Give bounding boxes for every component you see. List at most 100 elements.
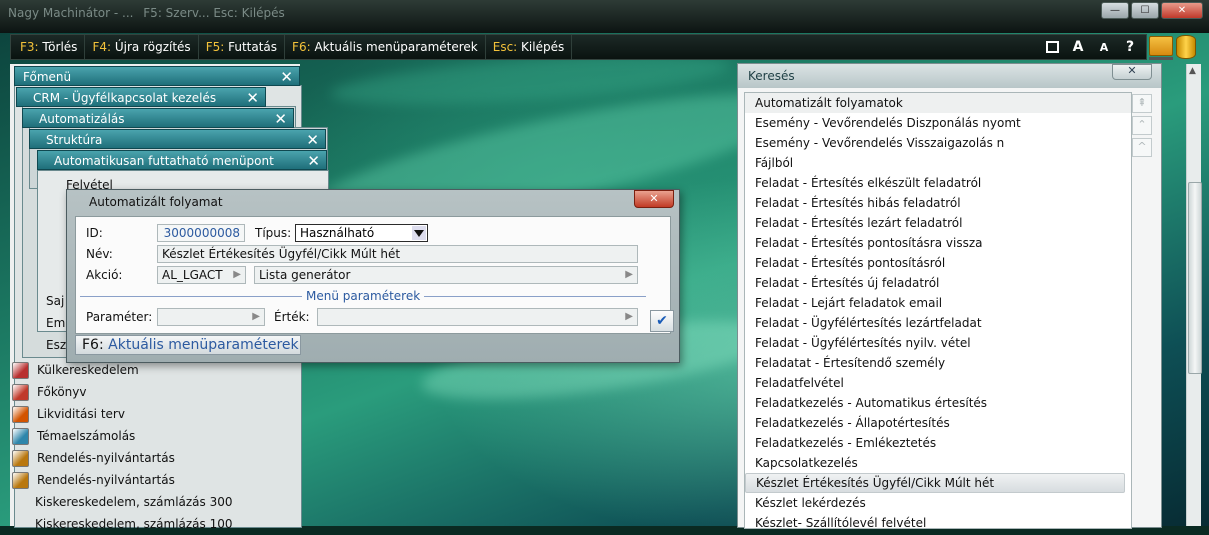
- database-icon[interactable]: [1176, 35, 1196, 59]
- folder-icon[interactable]: [1149, 36, 1173, 60]
- chevron-right-icon: ▶: [625, 269, 633, 280]
- search-result-item[interactable]: Esemény - Vevőrendelés Diszponálás nyomt: [745, 113, 1131, 133]
- menu-item[interactable]: Kiskereskedelem, számlázás 300: [12, 491, 297, 513]
- fkey-törlés[interactable]: F3: Törlés: [13, 35, 86, 59]
- line-up-icon[interactable]: ^: [1132, 138, 1152, 157]
- scroll-top-icon[interactable]: ⇞: [1132, 94, 1152, 113]
- close-button[interactable]: ✕: [1161, 2, 1203, 19]
- automatizalas-window-header: Automatizálás ✕: [22, 108, 294, 128]
- menu-item-label: Főkönyv: [37, 385, 87, 399]
- search-result-item[interactable]: Feladat - Értesítés pontosításra vissza: [745, 233, 1131, 253]
- menu-item-icon: [12, 471, 29, 489]
- menu-item[interactable]: Főkönyv: [12, 381, 297, 403]
- search-result-item[interactable]: Esemény - Vevőrendelés Visszaigazolás n: [745, 133, 1131, 153]
- close-icon[interactable]: ✕: [307, 151, 320, 171]
- search-result-item[interactable]: Feladat - Értesítés új feladatról: [745, 273, 1131, 293]
- chevron-right-icon: ▶: [233, 269, 241, 280]
- search-panel: Keresés ✕ Automatizált folyamatok Esemény…: [737, 63, 1162, 529]
- function-key-bar: F3: Törlés F4: Újra rögzítés F5: Futtatás F…: [10, 34, 1147, 60]
- search-result-item[interactable]: Kapcsolatkezelés: [745, 453, 1131, 473]
- dialog-body: ID: 3000000008 Típus: Használható Név: K…: [75, 216, 671, 334]
- nev-label: Név:: [86, 247, 113, 261]
- menu-item-icon: [12, 361, 29, 379]
- menu-item-label: Kiskereskedelem, számlázás 100: [35, 517, 233, 531]
- akcio-name-field[interactable]: Lista generátor ▶: [254, 266, 638, 284]
- parameter-label: Paraméter:: [86, 310, 153, 324]
- menu-item-icon: [12, 517, 27, 532]
- maximize-button[interactable]: ☐: [1131, 2, 1159, 19]
- menu-item[interactable]: Témaelszámolás: [12, 425, 297, 447]
- f6-menu-parameters-button[interactable]: F6: Aktuális menüparaméterek: [75, 335, 301, 355]
- search-result-item[interactable]: Feladatkezelés - Emlékeztetés: [745, 433, 1131, 453]
- font-larger-icon[interactable]: A: [1068, 37, 1088, 57]
- ertek-field[interactable]: ▶: [317, 308, 638, 326]
- search-panel-header: Keresés: [738, 64, 1161, 88]
- window-scrollbar[interactable]: ▲: [1186, 64, 1202, 526]
- fkey-újra-rögzítés[interactable]: F4: Újra rögzítés: [85, 35, 199, 59]
- menu-item[interactable]: Rendelés-nyilvántartás: [12, 447, 297, 469]
- search-result-item[interactable]: Feladat - Lejárt feladatok email: [745, 293, 1131, 313]
- window-title: Nagy Machinátor - ... F5: Szerv... Esc: …: [8, 6, 285, 20]
- search-result-item[interactable]: Készlet Értékesítés Ügyfél/Cikk Múlt hét: [745, 473, 1125, 493]
- search-result-item[interactable]: Feladat - Értesítés hibás feladatról: [745, 193, 1131, 213]
- menu-item-label: Kiskereskedelem, számlázás 300: [35, 495, 233, 509]
- search-result-item[interactable]: Feladatat - Értesítendő személy: [745, 353, 1131, 373]
- title-bar: Nagy Machinátor - ... F5: Szerv... Esc: …: [0, 0, 1209, 33]
- search-result-item[interactable]: Feladat - Ügyfélértesítés lezártfeladat: [745, 313, 1131, 333]
- help-icon[interactable]: ?: [1120, 37, 1140, 57]
- menu-item-icon: [12, 449, 29, 467]
- scrollbar-thumb[interactable]: [1188, 182, 1202, 374]
- akcio-code-field[interactable]: AL_LGACT ▶: [157, 266, 246, 284]
- minimize-button[interactable]: —: [1101, 2, 1129, 19]
- search-result-item[interactable]: Feladat - Értesítés lezárt feladatról: [745, 213, 1131, 233]
- fkey-futtatás[interactable]: F5: Futtatás: [199, 35, 286, 59]
- id-field[interactable]: 3000000008: [157, 224, 245, 242]
- dialog-close-button[interactable]: ✕: [634, 190, 674, 208]
- menu-item-label: Rendelés-nyilvántartás: [37, 451, 175, 465]
- font-smaller-icon[interactable]: A: [1094, 37, 1114, 57]
- search-close-button[interactable]: ✕: [1112, 64, 1152, 80]
- tipus-select[interactable]: Használható: [295, 224, 428, 242]
- automatikus-window-header: Automatikusan futtatható menüpont ✕: [37, 150, 327, 170]
- fomenu-window-header: Főmenü ✕: [14, 66, 300, 86]
- close-icon[interactable]: ✕: [246, 88, 259, 108]
- search-result-item[interactable]: Feladat - Értesítés pontosításról: [745, 253, 1131, 273]
- close-icon[interactable]: ✕: [306, 130, 319, 150]
- search-result-item[interactable]: Feladat - Értesítés elkészült feladatról: [745, 173, 1131, 193]
- window-icon[interactable]: [1042, 37, 1062, 57]
- checkmark-icon: ✔: [656, 313, 668, 329]
- search-result-item[interactable]: Feladatkezelés - Automatikus értesítés: [745, 393, 1131, 413]
- search-result-item[interactable]: Fájlból: [745, 153, 1131, 173]
- automated-process-dialog: Automatizált folyamat ✕ ID: 3000000008 T…: [66, 189, 680, 363]
- side-text-saj: Saj: [46, 294, 65, 308]
- search-result-list: Automatizált folyamatok Esemény - Vevőren…: [744, 92, 1132, 529]
- nev-field[interactable]: Készlet Értékesítés Ügyfél/Cikk Múlt hét: [157, 245, 638, 263]
- id-label: ID:: [86, 226, 103, 240]
- parameter-field[interactable]: ▶: [157, 308, 265, 326]
- close-icon[interactable]: ✕: [280, 67, 293, 87]
- akcio-label: Akció:: [86, 268, 123, 282]
- menu-item-label: Témaelszámolás: [37, 429, 136, 443]
- search-result-item[interactable]: Automatizált folyamatok: [745, 93, 1131, 113]
- fkey-aktuális-menüparaméterek[interactable]: F6: Aktuális menüparaméterek: [285, 35, 486, 59]
- search-result-item[interactable]: Feladatfelvétel: [745, 373, 1131, 393]
- fkey-kilépés[interactable]: Esc: Kilépés: [486, 35, 573, 59]
- menu-item-icon: [12, 383, 29, 401]
- menu-item[interactable]: Likviditási terv: [12, 403, 297, 425]
- chevron-down-icon[interactable]: [412, 226, 426, 240]
- search-result-item[interactable]: Feladatkezelés - Állapotértesítés: [745, 413, 1131, 433]
- search-result-item[interactable]: Feladat - Ügyfélértesítés nyilv. vétel: [745, 333, 1131, 353]
- scroll-up-icon[interactable]: ▲: [1189, 66, 1196, 76]
- search-result-item[interactable]: Készlet lekérdezés: [745, 493, 1131, 513]
- search-result-item[interactable]: Készlet- Szállítólevél felvétel: [745, 513, 1131, 528]
- ertek-label: Érték:: [274, 310, 310, 324]
- main-menu-list: Külkereskedelem Főkönyv Likviditási terv Té…: [12, 359, 297, 535]
- menu-item[interactable]: Kiskereskedelem, számlázás 100: [12, 513, 297, 535]
- menu-item-label: Külkereskedelem: [37, 363, 139, 377]
- confirm-button[interactable]: ✔: [650, 310, 674, 332]
- page-up-icon[interactable]: ⌃: [1132, 116, 1152, 135]
- menu-item[interactable]: Rendelés-nyilvántartás: [12, 469, 297, 491]
- menu-item-label: Rendelés-nyilvántartás: [37, 473, 175, 487]
- chevron-right-icon: ▶: [625, 311, 633, 322]
- close-icon[interactable]: ✕: [274, 109, 287, 129]
